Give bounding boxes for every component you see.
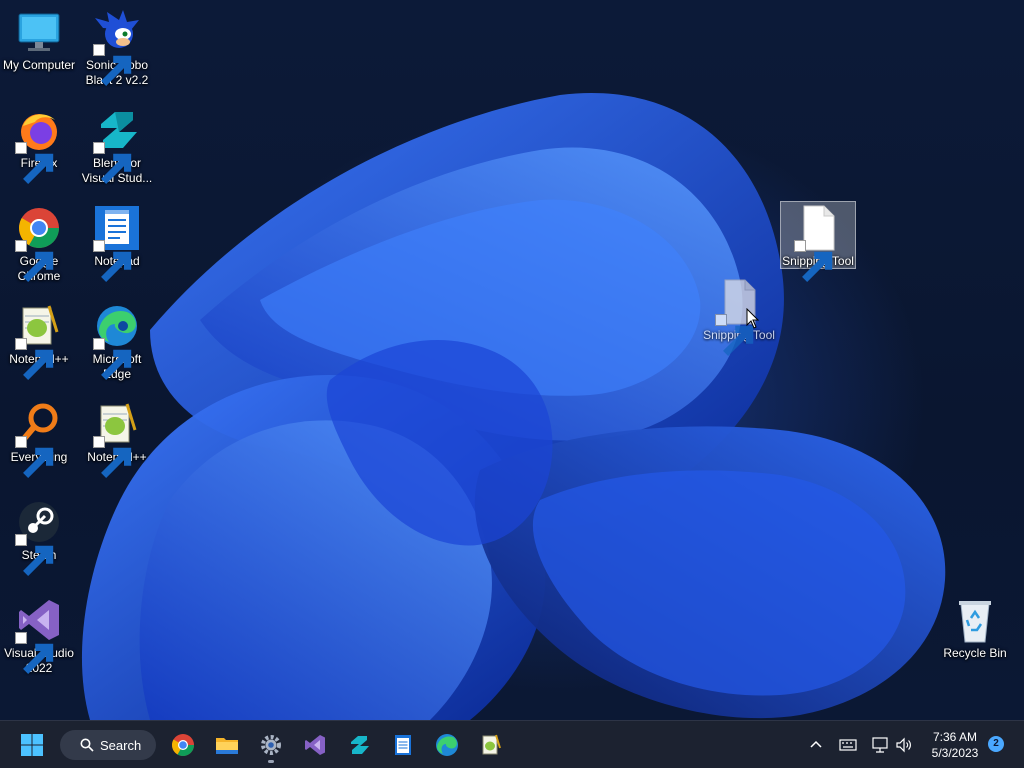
shortcut-arrow-icon <box>93 142 132 184</box>
taskbar-clock[interactable]: 7:36 AM 5/3/2023 <box>926 729 984 761</box>
desktop-icon-my-computer[interactable]: My Computer <box>1 2 77 73</box>
shortcut-arrow-icon <box>93 240 132 282</box>
edge-icon <box>93 302 141 380</box>
shortcut-arrow-icon <box>15 338 54 380</box>
taskbar-visual-studio[interactable] <box>299 729 331 761</box>
start-button[interactable] <box>16 729 48 761</box>
recycle-bin-icon <box>951 596 999 644</box>
drag-ghost-snipping-tool: Snipping Tool <box>701 276 777 356</box>
shortcut-arrow-icon <box>15 436 54 478</box>
blend-icon <box>93 106 141 184</box>
desktop-icon-sonic[interactable]: Sonic Robo Blast 2 v2.2 <box>79 2 155 88</box>
taskbar-search-button[interactable]: Search <box>60 730 156 760</box>
desktop-icon-everything[interactable]: Everything <box>1 394 77 478</box>
desktop-icon-notepadpp-2[interactable]: Notepad++ <box>79 394 155 478</box>
chevron-up-icon <box>810 740 822 748</box>
taskbar: Search 7:36 AM 5/3/2023 <box>0 720 1024 768</box>
desktop-icon-chrome[interactable]: Google Chrome <box>1 198 77 284</box>
notification-badge[interactable]: 2 <box>988 736 1004 752</box>
file-icon <box>794 204 842 282</box>
notepad-icon <box>93 204 141 282</box>
notepadpp-icon <box>482 734 501 755</box>
shortcut-arrow-icon <box>93 338 132 380</box>
taskbar-blend[interactable] <box>343 729 375 761</box>
clock-date: 5/3/2023 <box>931 746 979 760</box>
chrome-icon <box>172 734 194 756</box>
desktop-icon-firefox[interactable]: Firefox <box>1 100 77 184</box>
file-explorer-icon <box>216 738 238 754</box>
notepad-icon <box>395 735 411 755</box>
visual-studio-icon <box>305 735 325 755</box>
clock-time: 7:36 AM <box>932 730 978 744</box>
taskbar-notepad[interactable] <box>387 729 419 761</box>
taskbar-edge[interactable] <box>431 729 463 761</box>
monitor-icon <box>15 8 63 56</box>
shortcut-arrow-icon <box>93 436 132 478</box>
settings-icon <box>261 735 281 755</box>
desktop-icon-visual-studio[interactable]: Visual Studio 2022 <box>1 590 77 676</box>
desktop-icon-recycle-bin[interactable]: Recycle Bin <box>937 590 1013 661</box>
running-indicator <box>268 760 274 763</box>
desktop-icon-steam[interactable]: Steam <box>1 492 77 576</box>
desktop-icon-snipping-tool[interactable]: Snipping Tool <box>780 201 856 282</box>
steam-icon <box>15 498 63 576</box>
desktop-icon-notepadpp[interactable]: Notepad++ <box>1 296 77 380</box>
shortcut-arrow-icon <box>794 240 833 282</box>
network-tray-button[interactable] <box>870 735 890 755</box>
network-icon <box>872 737 888 753</box>
show-hidden-icons-chevron[interactable] <box>806 735 826 755</box>
notepadpp-icon <box>15 302 63 380</box>
magnifier-icon <box>15 400 63 478</box>
taskbar-settings[interactable] <box>255 729 287 763</box>
shortcut-arrow-icon <box>15 240 54 282</box>
desktop[interactable]: My Computer Firefox Google Chrome Notepa… <box>0 0 1024 720</box>
taskbar-chrome[interactable] <box>167 729 199 761</box>
icon-label: Recycle Bin <box>943 646 1007 660</box>
icon-label: My Computer <box>2 58 76 72</box>
keyboard-tray-button[interactable] <box>838 735 858 755</box>
start-icon <box>21 734 43 756</box>
visual-studio-icon <box>15 596 63 674</box>
desktop-icon-notepad[interactable]: Notepad <box>79 198 155 282</box>
sonic-icon <box>93 8 141 86</box>
firefox-icon <box>15 106 63 184</box>
speaker-icon <box>896 737 911 753</box>
shortcut-arrow-icon <box>93 44 132 86</box>
shortcut-arrow-icon <box>15 632 54 674</box>
notepadpp-icon <box>93 400 141 478</box>
shortcut-arrow-icon <box>15 142 54 184</box>
search-label: Search <box>100 737 142 753</box>
volume-tray-button[interactable] <box>894 735 914 755</box>
taskbar-notepadpp[interactable] <box>475 729 507 761</box>
taskbar-file-explorer[interactable] <box>211 729 243 761</box>
desktop-icon-edge[interactable]: Microsoft Edge <box>79 296 155 382</box>
shortcut-arrow-icon <box>15 534 54 576</box>
desktop-icon-blend[interactable]: Blend for Visual Stud... <box>79 100 155 186</box>
chrome-icon <box>15 204 63 282</box>
search-icon <box>80 738 94 752</box>
blend-icon <box>351 736 369 754</box>
keyboard-icon <box>839 739 857 751</box>
edge-icon <box>436 734 458 756</box>
mouse-cursor-icon <box>746 308 760 329</box>
shortcut-arrow-icon <box>715 314 754 356</box>
